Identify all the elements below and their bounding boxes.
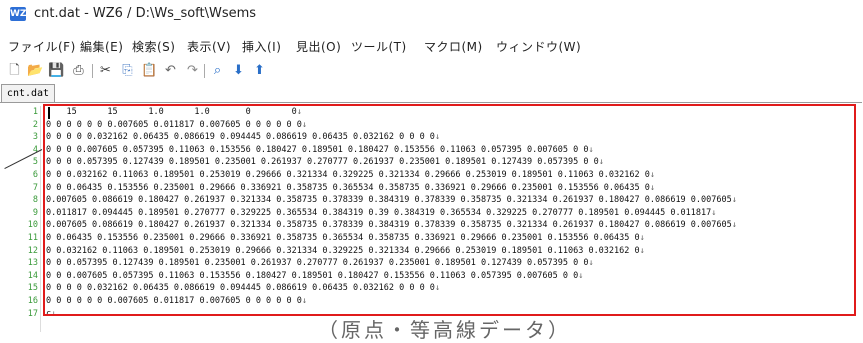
menu-macro[interactable]: マクロ(M) (424, 38, 483, 55)
line-number: 12 (27, 245, 38, 256)
up-arrow-icon[interactable]: ⬆ (251, 63, 268, 79)
menu-file[interactable]: ファイル(F) (8, 38, 76, 55)
app-icon: WZ (10, 7, 27, 21)
line-number: 10 (27, 220, 38, 231)
line-number: 8 (32, 195, 38, 206)
down-arrow-icon[interactable]: ⬇ (230, 63, 247, 79)
line-number: 3 (32, 132, 38, 143)
line-number: 2 (32, 119, 38, 130)
copy-icon[interactable]: ⎘ (119, 63, 136, 79)
menu-view[interactable]: 表示(V) (187, 38, 231, 55)
line-number: 7 (32, 182, 38, 193)
toolbar-separator (204, 64, 205, 78)
line-number: 5 (32, 157, 38, 168)
line-number: 11 (27, 233, 38, 243)
open-folder-icon[interactable]: 📂 (27, 63, 44, 79)
line-number: 16 (27, 296, 38, 306)
window-title: cnt.dat - WZ6 / D:\Ws_soft\Wsems (34, 6, 257, 21)
toolbar-separator (92, 64, 93, 78)
menu-edit[interactable]: 編集(E) (80, 38, 123, 55)
line-number: 13 (27, 258, 38, 269)
undo-icon[interactable]: ↶ (162, 63, 179, 79)
menu-insert[interactable]: 挿入(I) (242, 38, 281, 55)
menu-window[interactable]: ウィンドウ(W) (496, 38, 581, 55)
line-number: 1 (32, 107, 38, 117)
line-number: 15 (27, 283, 38, 294)
menu-heading[interactable]: 見出(O) (296, 38, 341, 55)
cut-icon[interactable]: ✂ (97, 63, 114, 79)
line-number: 17 (27, 308, 38, 319)
menu-tools[interactable]: ツール(T) (351, 38, 407, 55)
highlight-box (43, 104, 856, 316)
gutter-divider (40, 106, 41, 332)
tab-cnt-dat[interactable]: cnt.dat (1, 84, 55, 103)
caption-text: （原点・等高線データ） (318, 318, 571, 342)
line-number: 6 (32, 170, 38, 180)
menu-search[interactable]: 検索(S) (132, 38, 175, 55)
redo-icon[interactable]: ↷ (184, 63, 201, 79)
paste-icon[interactable]: 📋 (141, 63, 158, 79)
search-icon[interactable]: ⌕ (209, 63, 226, 79)
save-icon[interactable]: 💾 (48, 63, 65, 79)
line-number: 14 (27, 270, 38, 281)
new-file-icon[interactable]: 🗋 (6, 63, 23, 79)
print-icon[interactable]: ⎙ (70, 63, 87, 79)
line-number: 9 (32, 207, 38, 218)
